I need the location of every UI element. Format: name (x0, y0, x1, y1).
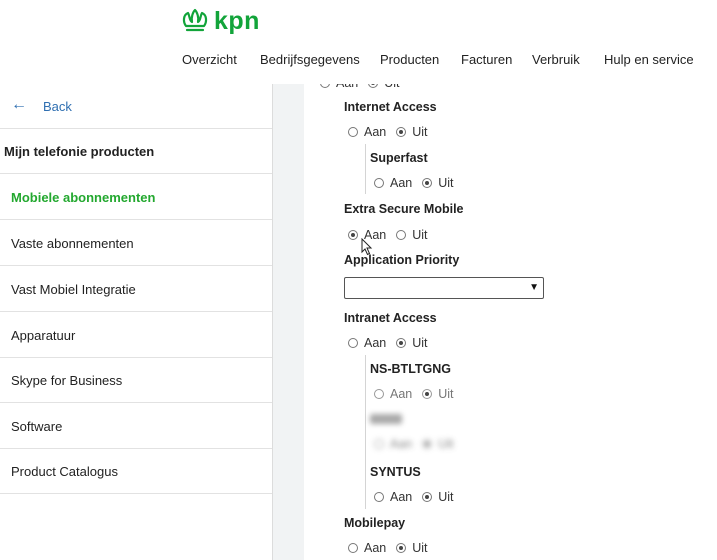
mobilepay-label: Mobilepay (344, 516, 406, 530)
sidebar-item-label: Mobiele abonnementen (11, 189, 156, 205)
chevron-down-icon: ▼ (529, 282, 539, 293)
nested-divider (365, 355, 366, 509)
sidebar-item-label: Vast Mobiel Integratie (11, 281, 136, 297)
radio-on-label: Aan (390, 176, 413, 190)
sidebar-title: Mijn telefonie producten (0, 129, 272, 174)
partial-radio-group: Aan Uit (320, 84, 400, 91)
radio-on-label: Aan (390, 490, 413, 504)
content-gutter (273, 84, 304, 560)
extra-secure-mobile-radio-group: Aan Uit (348, 227, 428, 243)
sidebar-item-software[interactable]: Software (0, 404, 272, 449)
sidebar-item-apparatuur[interactable]: Apparatuur (0, 313, 272, 358)
sidebar-item-label: Apparatuur (11, 327, 76, 343)
radio-on-label: Aan (390, 437, 413, 451)
nav-producten[interactable]: Producten (380, 52, 439, 67)
superfast-radio-group: Aan Uit (374, 175, 454, 191)
intranet-access-on-radio[interactable] (348, 338, 358, 348)
superfast-off-radio[interactable] (422, 178, 433, 188)
sidebar-item-vast-mobiel-integratie[interactable]: Vast Mobiel Integratie (0, 267, 272, 312)
nav-overzicht[interactable]: Overzicht (182, 52, 237, 67)
top-header: kpn Overzicht Bedrijfsgegevens Producten… (0, 0, 717, 85)
redacted-off-radio (422, 439, 433, 449)
internet-access-label: Internet Access (344, 100, 437, 114)
radio-on-label: Aan (364, 336, 387, 350)
nav-verbruik[interactable]: Verbruik (532, 52, 580, 67)
nav-bedrijfsgegevens[interactable]: Bedrijfsgegevens (260, 52, 360, 67)
syntus-off-radio[interactable] (422, 492, 433, 502)
sidebar-item-skype-for-business[interactable]: Skype for Business (0, 358, 272, 403)
sidebar-item-label: Product Catalogus (11, 463, 118, 479)
mobilepay-on-radio[interactable] (348, 543, 358, 553)
radio-on-label: Aan (364, 541, 387, 555)
sidebar-item-label: Software (11, 418, 63, 434)
internet-access-off-radio[interactable] (396, 127, 407, 137)
arrow-left-icon: ← (11, 96, 27, 113)
sidebar-title-text: Mijn telefonie producten (4, 143, 155, 159)
extra-secure-mobile-label: Extra Secure Mobile (344, 202, 464, 216)
radio-off-label: Uit (412, 541, 428, 555)
radio-off[interactable] (368, 84, 379, 88)
superfast-label: Superfast (370, 151, 428, 165)
sidebar-item-product-catalogus[interactable]: Product Catalogus (0, 449, 272, 494)
mobilepay-off-radio[interactable] (396, 543, 407, 553)
radio-off-label: Uit (412, 125, 428, 139)
intranet-access-off-radio[interactable] (396, 338, 407, 348)
product-options-panel[interactable]: Aan Uit Internet Access Aan Uit Superfas… (304, 84, 717, 560)
radio-on[interactable] (320, 84, 330, 88)
nav-facturen[interactable]: Facturen (461, 52, 512, 67)
radio-on-label: Aan (390, 387, 413, 401)
sidebar-item-label: Vaste abonnementen (11, 235, 134, 251)
kpn-crown-logo (182, 8, 208, 32)
kpn-logo[interactable]: kpn (180, 6, 260, 36)
radio-off-label: Uit (438, 176, 454, 190)
ns-btltgng-radio-group: Aan Uit (374, 386, 454, 402)
ns-btltgng-label: NS-BTLTGNG (370, 362, 452, 376)
extra-secure-on-radio[interactable] (348, 230, 358, 240)
redacted-label-block (370, 414, 402, 424)
internet-access-on-radio[interactable] (348, 127, 358, 137)
radio-on-label: Aan (336, 84, 358, 90)
syntus-radio-group: Aan Uit (374, 489, 454, 505)
radio-off-label: Uit (438, 387, 454, 401)
ns-btltgng-on-radio[interactable] (374, 389, 384, 399)
superfast-on-radio[interactable] (374, 178, 384, 188)
radio-off-label: Uit (412, 228, 428, 242)
radio-off-label: Uit (438, 490, 454, 504)
radio-off-label: Uit (412, 336, 428, 350)
ns-btltgng-off-radio[interactable] (422, 389, 433, 399)
radio-off-label: Uit (384, 84, 399, 90)
application-priority-label: Application Priority (344, 253, 460, 267)
back-link[interactable]: ← Back (0, 84, 272, 129)
sidebar-item-vaste-abonnementen[interactable]: Vaste abonnementen (0, 221, 272, 266)
brand-name: kpn (214, 6, 260, 35)
internet-access-radio-group: Aan Uit (348, 124, 428, 140)
radio-on-label: Aan (364, 125, 387, 139)
nested-divider (365, 144, 366, 194)
nav-hulp-en-service[interactable]: Hulp en service (604, 52, 694, 67)
redacted-radio-group: Aan Uit (374, 436, 454, 452)
back-label: Back (43, 99, 72, 114)
redacted-on-radio (374, 439, 384, 449)
sidebar-item-label: Skype for Business (11, 372, 123, 388)
application-priority-select[interactable]: ▼ (344, 277, 544, 299)
mobilepay-radio-group: Aan Uit (348, 540, 428, 556)
intranet-access-label: Intranet Access (344, 311, 437, 325)
radio-off-label: Uit (438, 437, 454, 451)
sidebar-item-mobiele-abonnementen[interactable]: Mobiele abonnementen (0, 175, 272, 220)
extra-secure-off-radio[interactable] (396, 230, 407, 240)
syntus-on-radio[interactable] (374, 492, 384, 502)
sidebar: ← Back Mijn telefonie producten Mobiele … (0, 84, 273, 560)
syntus-label: SYNTUS (370, 465, 421, 479)
intranet-access-radio-group: Aan Uit (348, 335, 428, 351)
